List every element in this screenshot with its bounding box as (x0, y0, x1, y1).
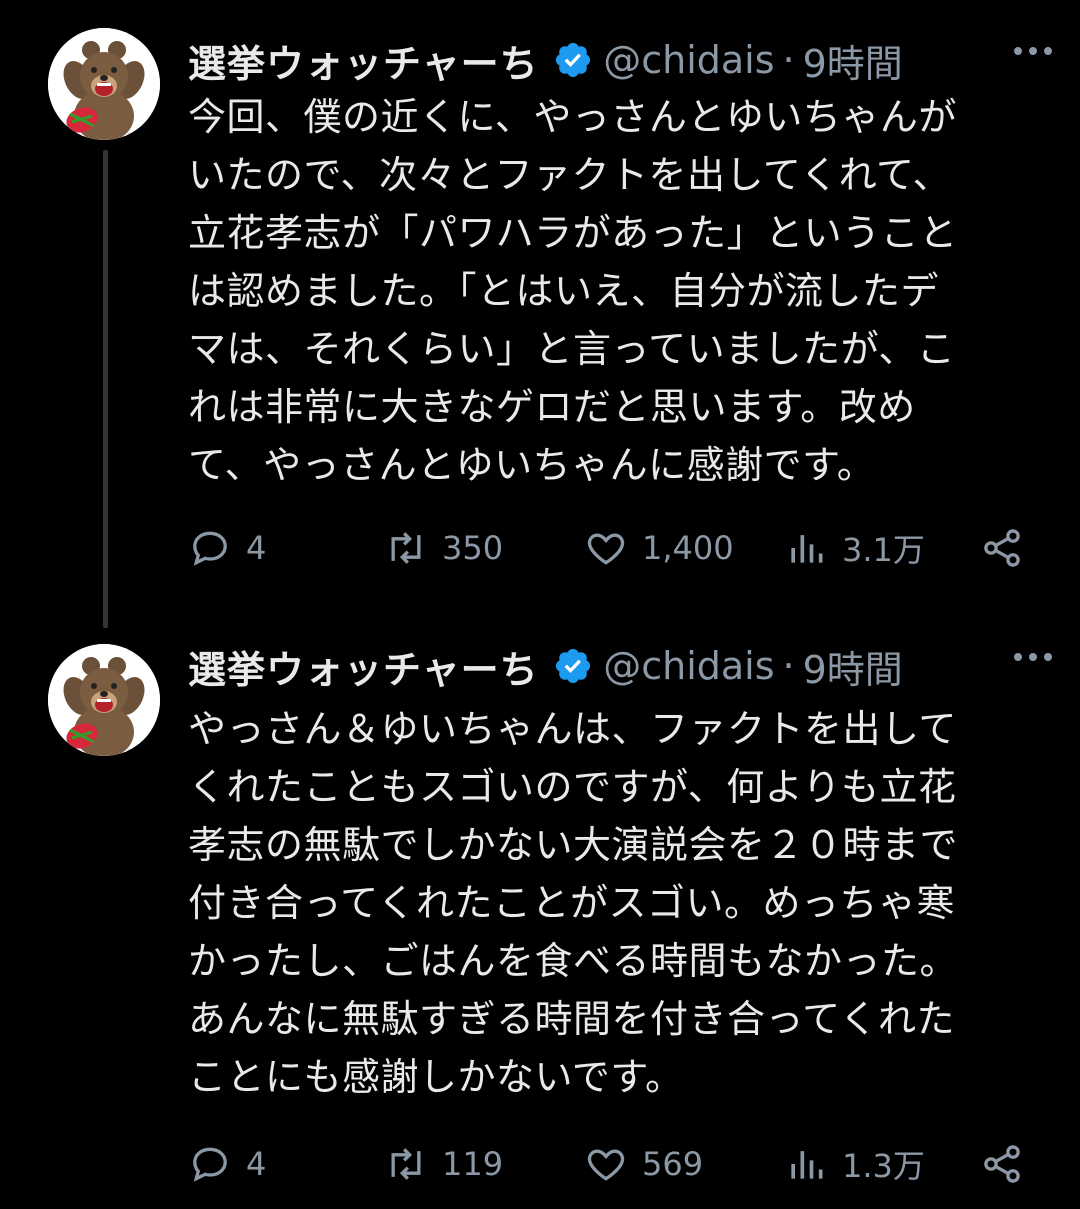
views-button[interactable]: 3.1万 (784, 518, 925, 578)
tweet-actions: 4 119 569 1.3万 (188, 1134, 1048, 1194)
share-icon (984, 529, 1020, 567)
heart-icon (587, 1149, 625, 1181)
views-button[interactable]: 1.3万 (784, 1134, 925, 1194)
reply-count: 4 (246, 529, 267, 567)
reply-button[interactable]: 4 (188, 1134, 266, 1194)
like-button[interactable]: 1,400 (584, 518, 734, 578)
views-icon (791, 535, 823, 563)
more-options-icon (1014, 47, 1022, 55)
avatar[interactable] (48, 28, 160, 140)
display-name[interactable]: 選挙ウォッチャーち (188, 639, 547, 694)
retweet-icon (391, 1148, 421, 1180)
bear-avatar-icon (48, 28, 160, 140)
reply-icon (193, 531, 227, 566)
views-icon (791, 1151, 823, 1179)
timestamp[interactable]: 9時間 (803, 639, 903, 694)
tweet-text: 今回、僕の近くに、やっさんとゆいちゃんが いたので、次々とファクトを出してくれて… (188, 95, 958, 487)
tweet-actions: 4 350 1,400 3.1万 (188, 518, 1048, 578)
display-name[interactable]: 選挙ウォッチャーち (188, 33, 547, 88)
more-options-button[interactable] (1010, 642, 1056, 672)
like-button[interactable]: 569 (584, 1134, 703, 1194)
verified-badge-icon (556, 42, 591, 78)
tweet-text: やっさん＆ゆいちゃんは、ファクトを出して くれたこともスゴいのですが、何よりも立… (188, 707, 959, 1099)
more-dot (1044, 47, 1052, 55)
timestamp[interactable]: 9時間 (803, 33, 903, 88)
more-dot (1029, 653, 1037, 661)
reply-button[interactable]: 4 (188, 518, 266, 578)
more-options-button[interactable] (1010, 36, 1056, 66)
like-count: 569 (642, 1145, 704, 1183)
more-options-icon (1014, 653, 1022, 661)
heart-icon (587, 533, 625, 565)
retweet-button[interactable]: 350 (384, 518, 503, 578)
like-count: 1,400 (642, 529, 734, 567)
retweet-icon (391, 532, 421, 564)
retweet-button[interactable]: 119 (384, 1134, 503, 1194)
tweet-header: 選挙ウォッチャーち @chidais · 9時間 (188, 626, 1080, 706)
views-count: 1.3万 (842, 1147, 925, 1185)
retweet-count: 350 (442, 529, 504, 567)
user-handle[interactable]: @chidais (603, 38, 774, 82)
verified-badge-icon (556, 648, 591, 684)
thread-connector-line (103, 150, 108, 628)
share-button[interactable] (980, 1134, 1038, 1194)
avatar[interactable] (48, 644, 160, 756)
share-icon (984, 1145, 1020, 1183)
separator-dot: · (782, 38, 795, 82)
separator-dot: · (782, 644, 795, 688)
bear-avatar-icon (48, 644, 160, 756)
reply-count: 4 (246, 1145, 267, 1183)
reply-icon (193, 1147, 227, 1182)
more-dot (1044, 653, 1052, 661)
share-button[interactable] (980, 518, 1038, 578)
user-handle[interactable]: @chidais (603, 644, 774, 688)
retweet-count: 119 (442, 1145, 504, 1183)
views-count: 3.1万 (842, 531, 925, 569)
more-dot (1029, 47, 1037, 55)
